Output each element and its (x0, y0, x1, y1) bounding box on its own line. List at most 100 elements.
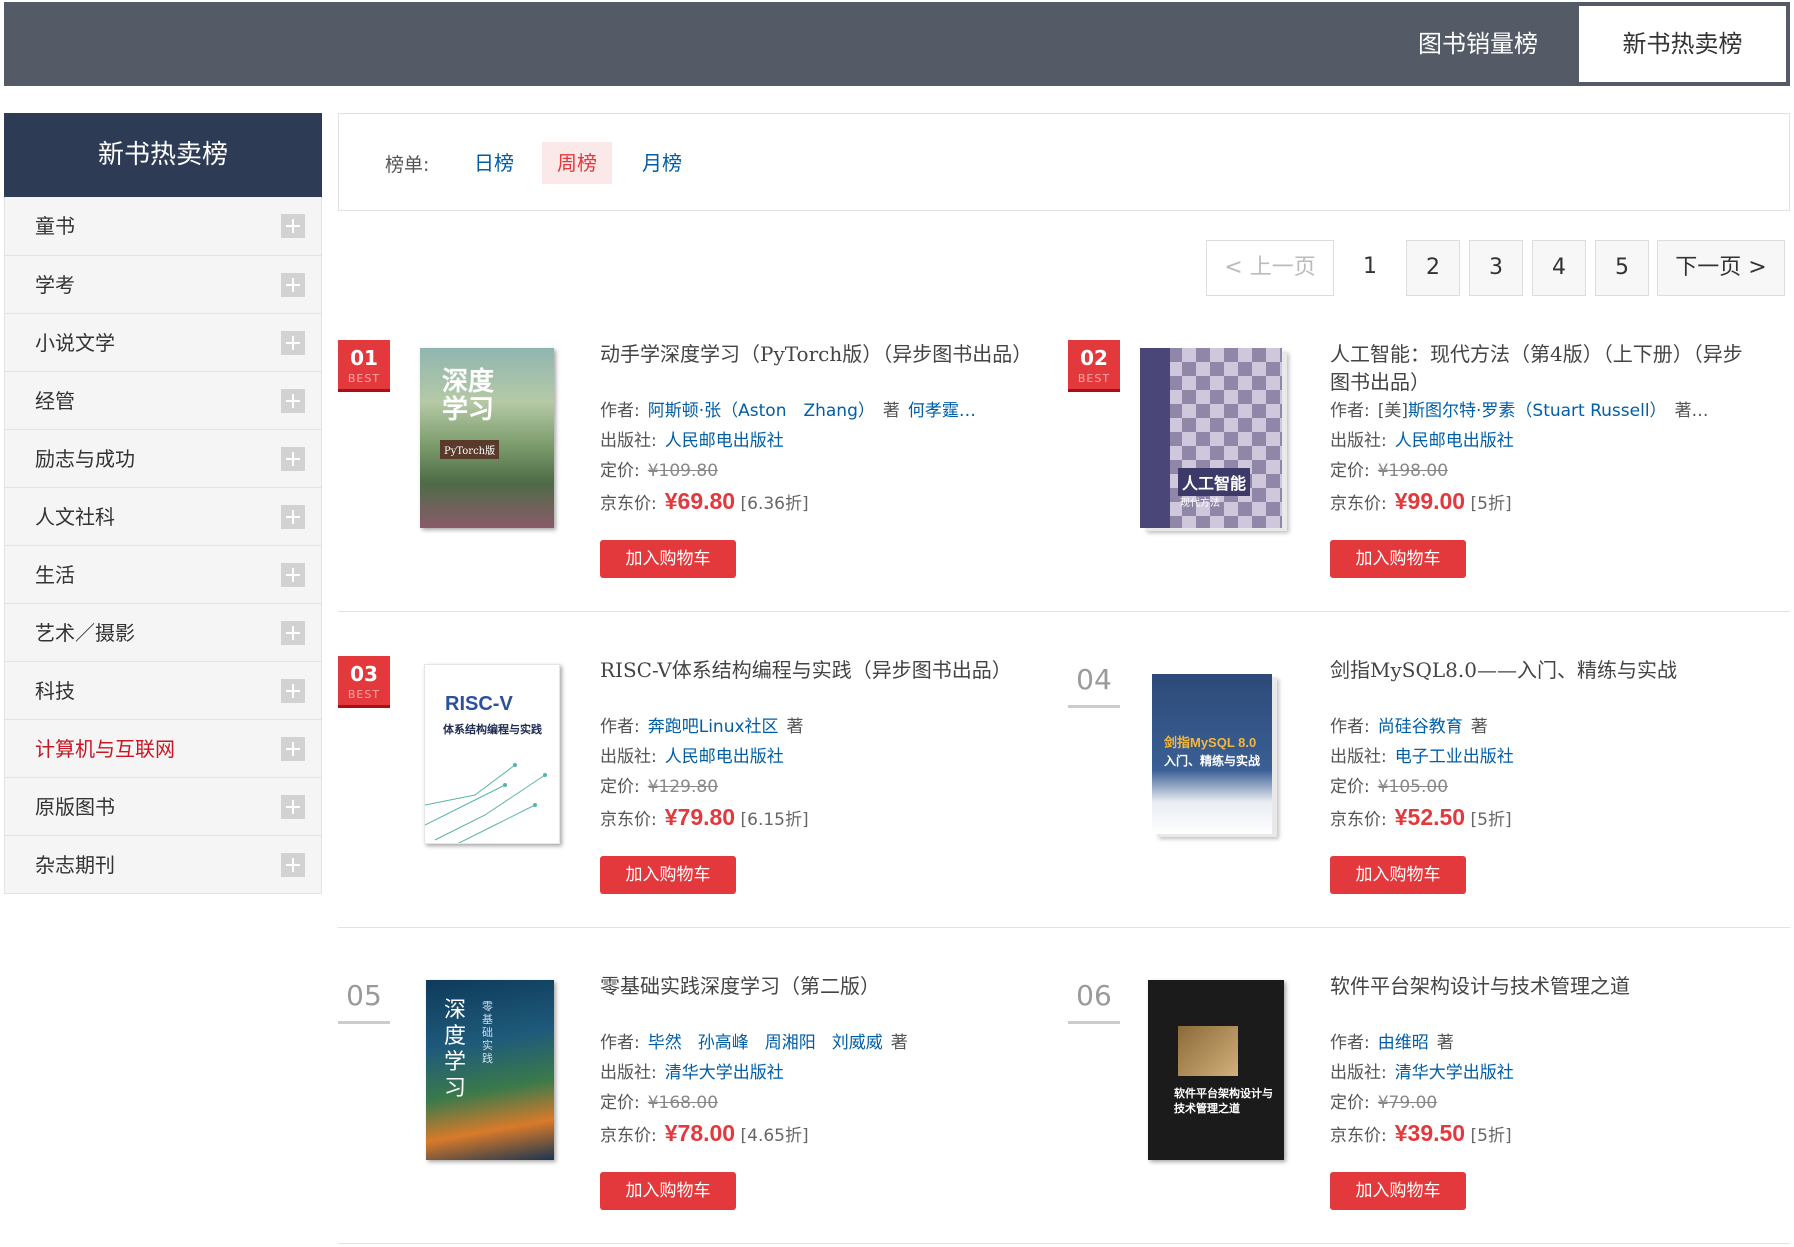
add-to-cart-button[interactable]: 加入购物车 (600, 540, 736, 578)
expand-plus-icon[interactable] (281, 679, 305, 703)
add-to-cart-button[interactable]: 加入购物车 (1330, 856, 1466, 894)
tab-book-sales-ranking[interactable]: 图书销量榜 (1399, 2, 1557, 86)
page-4[interactable]: 4 (1532, 240, 1586, 296)
filter-daily[interactable]: 日榜 (471, 142, 517, 184)
circuit-graphic (425, 763, 547, 843)
row-divider (338, 1243, 1790, 1244)
author-role: 著 (1436, 1033, 1454, 1053)
book-cover[interactable]: 人工智能 现代方法 (1140, 348, 1282, 528)
rank-number: 03 (350, 662, 378, 686)
book-item: 06 软件平台架构设计与技术管理之道 软件平台架构设计与技术管理之道 作者: 由维… (1068, 972, 1768, 1232)
sidebar-item-original-editions[interactable]: 原版图书 (5, 777, 321, 835)
expand-plus-icon[interactable] (281, 563, 305, 587)
add-to-cart-button[interactable]: 加入购物车 (1330, 540, 1466, 578)
expand-plus-icon[interactable] (281, 737, 305, 761)
add-to-cart-button[interactable]: 加入购物车 (600, 1172, 736, 1210)
page-1[interactable]: 1 (1343, 240, 1397, 296)
cover-title: 剑指MySQL 8.0 (1164, 735, 1257, 750)
list-price: ¥105.00 (1377, 777, 1449, 797)
sidebar-item-magazines[interactable]: 杂志期刊 (5, 835, 321, 893)
rank-number: 01 (350, 346, 378, 370)
expand-plus-icon[interactable] (281, 853, 305, 877)
book-cover[interactable]: 深度学习 PyTorch版 (420, 348, 554, 528)
expand-plus-icon[interactable] (281, 795, 305, 819)
author-row: 作者: 毕然 孙高峰 周湘阳 刘威威著 (600, 1028, 1030, 1058)
prev-page-button[interactable]: < 上一页 (1206, 240, 1334, 296)
cover-photo (1178, 1026, 1238, 1076)
book-title[interactable]: RISC-V体系结构编程与实践（异步图书出品） (600, 656, 1030, 712)
publisher-link[interactable]: 人民邮电出版社 (665, 431, 784, 451)
sidebar-item-humanities[interactable]: 人文社科 (5, 487, 321, 545)
sidebar-item-computers-internet[interactable]: 计算机与互联网 (5, 719, 321, 777)
book-title[interactable]: 动手学深度学习（PyTorch版）（异步图书出品） (600, 340, 1030, 396)
book-info: 动手学深度学习（PyTorch版）（异步图书出品） 作者: 阿斯顿·张（Aston… (600, 340, 1030, 519)
author-link[interactable]: 何孝霆… (908, 401, 976, 421)
jd-price-row: 京东价: ¥39.50 [5折] (1330, 1118, 1760, 1151)
publisher-link[interactable]: 清华大学出版社 (665, 1063, 784, 1083)
list-price-row: 定价: ¥168.00 (600, 1088, 1030, 1118)
book-cover[interactable]: 剑指MySQL 8.0 入门、精练与实战 (1152, 674, 1272, 834)
cover-title: 深度学习 (444, 998, 467, 1101)
book-title[interactable]: 人工智能：现代方法（第4版）（上下册）（异步图书出品） (1330, 340, 1760, 396)
add-to-cart-button[interactable]: 加入购物车 (600, 856, 736, 894)
sidebar-item-business[interactable]: 经管 (5, 371, 321, 429)
sidebar-item-exam-prep[interactable]: 学考 (5, 255, 321, 313)
sidebar-item-label: 杂志期刊 (35, 853, 115, 877)
publisher-link[interactable]: 人民邮电出版社 (665, 747, 784, 767)
author-link[interactable]: 尚硅谷教育 (1378, 717, 1463, 737)
author-link[interactable]: 刘威威 (832, 1033, 883, 1053)
best-label: BEST (1077, 372, 1111, 385)
page-2[interactable]: 2 (1406, 240, 1460, 296)
sidebar-item-self-help[interactable]: 励志与成功 (5, 429, 321, 487)
rank-number: 06 (1076, 979, 1112, 1012)
cover-spine (1140, 348, 1170, 528)
book-title[interactable]: 剑指MySQL8.0——入门、精练与实战 (1330, 656, 1760, 712)
sidebar-item-art-photography[interactable]: 艺术／摄影 (5, 603, 321, 661)
expand-plus-icon[interactable] (281, 273, 305, 297)
publisher-link[interactable]: 清华大学出版社 (1395, 1063, 1514, 1083)
expand-plus-icon[interactable] (281, 331, 305, 355)
sidebar-item-childrens-books[interactable]: 童书 (5, 197, 321, 255)
book-cover[interactable]: RISC-V 体系结构编程与实践 (424, 664, 560, 844)
page-5[interactable]: 5 (1595, 240, 1649, 296)
next-page-button[interactable]: 下一页 > (1657, 240, 1785, 296)
book-title[interactable]: 软件平台架构设计与技术管理之道 (1330, 972, 1760, 1028)
sidebar-item-fiction[interactable]: 小说文学 (5, 313, 321, 371)
page-3[interactable]: 3 (1469, 240, 1523, 296)
expand-plus-icon[interactable] (281, 389, 305, 413)
author-link[interactable]: 阿斯顿·张（Aston Zhang） (648, 401, 875, 421)
jd-price-row: 京东价: ¥78.00 [4.65折] (600, 1118, 1030, 1151)
sidebar-item-lifestyle[interactable]: 生活 (5, 545, 321, 603)
book-cover[interactable]: 深度学习 零基础实践 (426, 980, 554, 1160)
filter-weekly[interactable]: 周榜 (542, 142, 612, 184)
book-item: 03 BEST RISC-V 体系结构编程与实践 RISC-V体系结构编程与实践（… (338, 656, 1038, 916)
sidebar-item-label: 小说文学 (35, 331, 115, 355)
author-link[interactable]: 斯图尔特·罗素（Stuart Russell） (1408, 401, 1667, 421)
author-link[interactable]: 周湘阳 (765, 1033, 816, 1053)
expand-plus-icon[interactable] (281, 505, 305, 529)
author-label: 作者: (600, 401, 640, 421)
list-price-row: 定价: ¥129.80 (600, 772, 1030, 802)
book-cover[interactable]: 软件平台架构设计与技术管理之道 (1148, 980, 1284, 1160)
author-link[interactable]: 毕然 (648, 1033, 682, 1053)
publisher-label: 出版社: (1330, 431, 1387, 451)
book-title[interactable]: 零基础实践深度学习（第二版） (600, 972, 1030, 1028)
add-to-cart-button[interactable]: 加入购物车 (1330, 1172, 1466, 1210)
author-link[interactable]: 奔跑吧Linux社区 (648, 717, 779, 737)
publisher-link[interactable]: 电子工业出版社 (1395, 747, 1514, 767)
expand-plus-icon[interactable] (281, 447, 305, 471)
publisher-label: 出版社: (600, 747, 657, 767)
expand-plus-icon[interactable] (281, 214, 305, 238)
sidebar-item-label: 励志与成功 (35, 447, 135, 471)
rank-badge: 05 (338, 972, 390, 1024)
expand-plus-icon[interactable] (281, 621, 305, 645)
publisher-link[interactable]: 人民邮电出版社 (1395, 431, 1514, 451)
sidebar-item-label: 经管 (35, 389, 75, 413)
book-item: 04 剑指MySQL 8.0 入门、精练与实战 剑指MySQL8.0——入门、精… (1068, 656, 1768, 916)
tab-new-book-ranking[interactable]: 新书热卖榜 (1579, 6, 1786, 82)
sidebar-item-science-tech[interactable]: 科技 (5, 661, 321, 719)
filter-monthly[interactable]: 月榜 (639, 142, 685, 184)
author-link[interactable]: 孙高峰 (698, 1033, 749, 1053)
list-price-label: 定价: (1330, 777, 1370, 797)
author-link[interactable]: 由维昭 (1378, 1033, 1429, 1053)
